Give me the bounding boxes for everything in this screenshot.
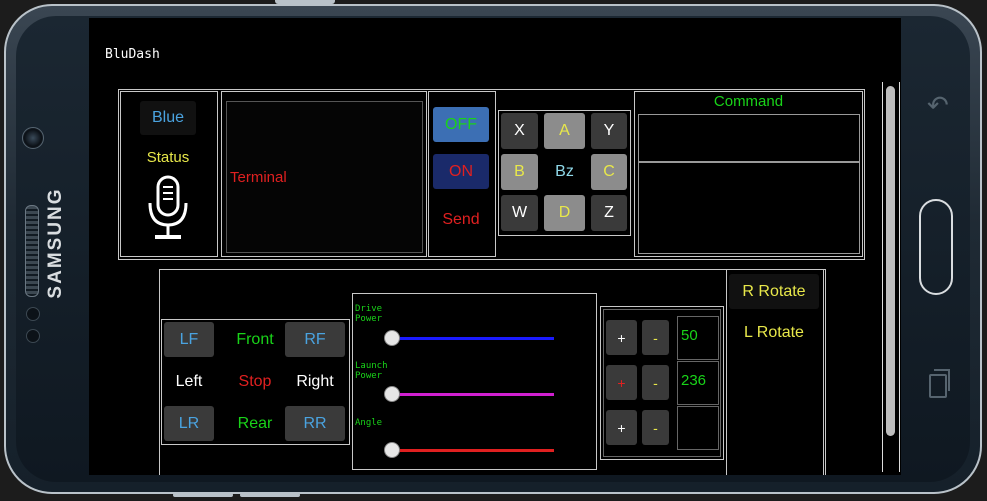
status-label: Status (146, 148, 190, 166)
key-a[interactable]: A (544, 113, 585, 149)
key-z[interactable]: Z (591, 195, 627, 231)
key-b[interactable]: B (501, 154, 538, 190)
front-camera-icon (22, 127, 44, 149)
power-panel: OFF ON Send (428, 91, 496, 257)
stepper-3-value (677, 406, 719, 450)
status-panel: Blue Status (120, 91, 218, 257)
angle-track[interactable] (389, 449, 554, 452)
drive-power-slider[interactable] (384, 330, 400, 346)
microphone-icon[interactable] (145, 175, 191, 245)
key-d[interactable]: D (544, 195, 585, 231)
slider-panel: Drive Power Launch Power Angle (352, 293, 597, 470)
terminal-output[interactable]: Terminal (226, 101, 423, 253)
rotate-right-button[interactable]: R Rotate (729, 274, 819, 309)
send-button[interactable]: Send (433, 202, 489, 237)
key-x[interactable]: X (501, 113, 538, 149)
key-y[interactable]: Y (591, 113, 627, 149)
volume-up-button (173, 493, 233, 497)
stepper-2-minus-button[interactable]: - (642, 365, 669, 400)
keypad: X A Y B Bz C W D Z (498, 110, 631, 236)
stepper-3-plus-button[interactable]: + (606, 410, 637, 445)
drive-rf-button[interactable]: RF (285, 322, 345, 357)
drive-left-button[interactable]: Left (164, 364, 214, 399)
drive-rear-button[interactable]: Rear (222, 406, 288, 441)
key-c[interactable]: C (591, 154, 627, 190)
volume-down-button (240, 493, 300, 497)
off-button[interactable]: OFF (433, 107, 489, 142)
drive-pad: LF Front RF Left Stop Right LR Rear RR (161, 319, 350, 445)
stepper-grid: + - 50 + - 236 + - (603, 309, 721, 457)
drive-right-button[interactable]: Right (285, 364, 345, 399)
stepper-2-value: 236 (677, 361, 719, 405)
drive-power-track[interactable] (389, 337, 554, 340)
back-key-icon[interactable]: ↶ (927, 90, 949, 121)
brand-logo: SAMSUNG (45, 187, 66, 299)
rotate-panel: R Rotate L Rotate (726, 269, 824, 475)
terminal-label: Terminal (230, 169, 287, 186)
angle-label: Angle (355, 418, 383, 428)
drive-lr-button[interactable]: LR (164, 406, 214, 441)
scrollbar-thumb[interactable] (886, 86, 895, 436)
stepper-1-plus-button[interactable]: + (606, 320, 637, 355)
rotate-left-button[interactable]: L Rotate (729, 315, 819, 350)
command-panel: Command (634, 91, 863, 257)
drive-stop-button[interactable]: Stop (222, 364, 288, 399)
on-button[interactable]: ON (433, 154, 489, 189)
stepper-1-minus-button[interactable]: - (642, 320, 669, 355)
key-bz[interactable]: Bz (544, 154, 585, 190)
vertical-scrollbar[interactable] (882, 82, 900, 472)
stepper-2-plus-button[interactable]: + (606, 365, 637, 400)
angle-slider[interactable] (384, 442, 400, 458)
terminal-panel: Terminal (221, 91, 427, 257)
command-label: Command (713, 93, 784, 110)
key-w[interactable]: W (501, 195, 538, 231)
drive-lf-button[interactable]: LF (164, 322, 214, 357)
stepper-1-value: 50 (677, 316, 719, 360)
launch-power-label: Launch Power (355, 361, 388, 381)
app-screen: BluDash Blue Status Terminal OFF ON Send… (89, 18, 901, 475)
home-button[interactable] (919, 199, 953, 295)
light-sensor (26, 329, 40, 343)
drive-power-label: Drive Power (355, 304, 383, 324)
recent-apps-icon[interactable] (929, 369, 950, 398)
command-input[interactable] (638, 114, 860, 162)
top-button (275, 0, 335, 4)
launch-power-slider[interactable] (384, 386, 400, 402)
stepper-panel: + - 50 + - 236 + - (600, 306, 724, 460)
app-title: BluDash (105, 47, 160, 62)
stepper-3-minus-button[interactable]: - (642, 410, 669, 445)
bluetooth-button[interactable]: Blue (140, 101, 196, 135)
drive-front-button[interactable]: Front (222, 322, 288, 357)
drive-rr-button[interactable]: RR (285, 406, 345, 441)
command-history[interactable] (638, 162, 860, 254)
launch-power-track[interactable] (389, 393, 554, 396)
